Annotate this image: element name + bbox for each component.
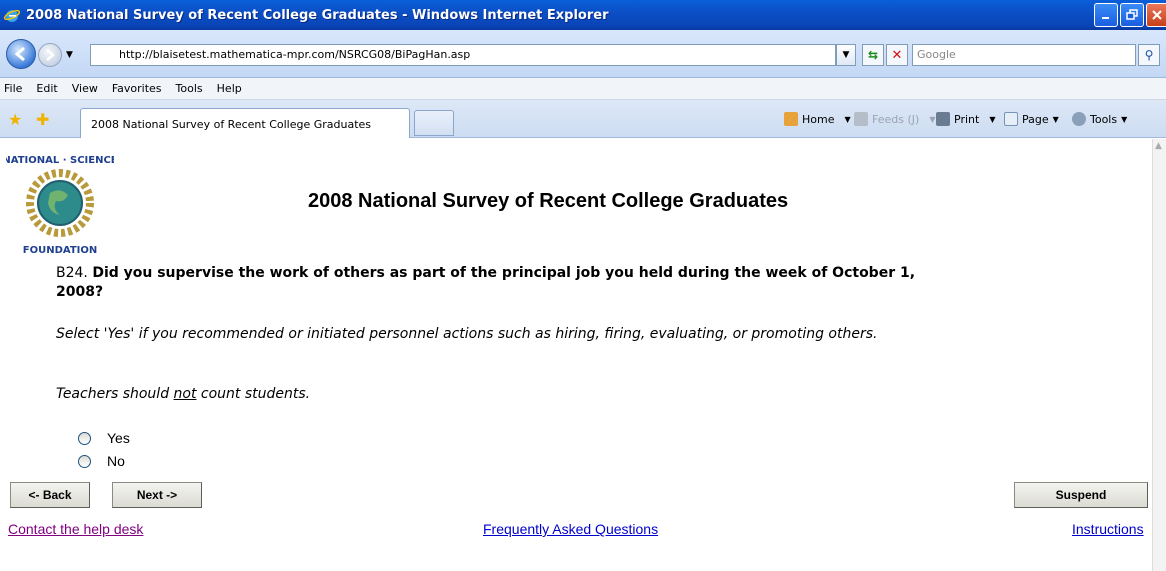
window-title-bar: 2008 National Survey of Recent College G… [0,0,1166,30]
back-button[interactable]: <- Back [10,482,90,508]
tab-current[interactable]: 2008 National Survey of Recent College G… [80,108,410,138]
close-icon [1151,10,1162,20]
radio-no[interactable] [78,454,91,468]
option-no[interactable]: No [78,453,125,469]
page-title: 2008 National Survey of Recent College G… [308,190,789,212]
help-desk-link[interactable]: Contact the help desk [8,521,143,537]
faq-link[interactable]: Frequently Asked Questions [483,521,658,537]
menu-file[interactable]: File [4,82,22,95]
suspend-button[interactable]: Suspend [1014,482,1148,508]
chevron-down-icon: ▼ [989,114,996,124]
favorites-star-icon[interactable]: ★ [8,110,22,129]
page-label: Page [1022,112,1049,126]
address-dropdown-button[interactable]: ▼ [836,44,856,66]
internet-explorer-icon [4,9,20,22]
address-input[interactable]: http://blaisetest.mathematica-mpr.com/NS… [90,44,836,66]
address-url: http://blaisetest.mathematica-mpr.com/NS… [119,48,471,61]
chevron-down-icon: ▼ [929,114,936,124]
tab-label: 2008 National Survey of Recent College G… [91,118,372,131]
logo-text-top: NATIONAL · SCIENCE [6,155,114,166]
back-arrow-icon [14,46,25,62]
print-button[interactable]: Print ▼ [936,112,995,126]
gear-icon [1072,112,1086,126]
printer-icon [936,112,950,126]
minimize-icon [1102,17,1109,19]
tab-command-bar: ★ ✚ 2008 National Survey of Recent Colle… [0,100,1166,138]
window-title: 2008 National Survey of Recent College G… [26,7,609,23]
scroll-up-icon[interactable]: ▲ [1155,141,1162,151]
restore-icon [1126,9,1138,20]
option-yes[interactable]: Yes [78,430,130,446]
note-text-end: count students. [196,386,311,402]
option-no-label: No [107,453,125,469]
menu-help[interactable]: Help [217,82,242,95]
new-tab-button[interactable] [414,110,454,136]
close-button[interactable] [1146,3,1166,27]
forward-nav-button[interactable] [38,43,62,67]
chevron-down-icon: ▼ [1052,114,1059,124]
minimize-button[interactable] [1094,3,1118,27]
question-text: Did you supervise the work of others as … [56,265,916,300]
back-nav-button[interactable] [6,39,36,69]
vertical-scrollbar[interactable]: ▲ [1152,139,1166,571]
instructions-link[interactable]: Instructions [1072,521,1144,537]
option-yes-label: Yes [107,430,130,446]
restore-button[interactable] [1120,3,1144,27]
search-button[interactable]: ⚲ [1138,44,1160,66]
feeds-label: Feeds (J) [872,112,920,126]
chevron-down-icon: ▼ [844,114,851,124]
tools-button[interactable]: Tools ▼ [1072,112,1127,126]
note-text-start: Teachers should [56,386,174,402]
page-button[interactable]: Page ▼ [1004,112,1059,126]
chevron-down-icon: ▼ [842,50,850,60]
feeds-button[interactable]: Feeds (J) ▼ [854,112,935,126]
feeds-icon [854,112,868,126]
page-icon [1004,112,1018,126]
menu-edit[interactable]: Edit [36,82,57,95]
tools-label: Tools [1090,112,1118,126]
logo-text-bottom: FOUNDATION [23,245,98,256]
stop-icon: ✕ [891,47,903,63]
note-text-emphasis: not [173,386,197,402]
chevron-down-icon: ▼ [1121,114,1128,124]
print-label: Print [954,112,980,126]
radio-yes[interactable] [78,431,91,445]
menu-favorites[interactable]: Favorites [112,82,162,95]
add-favorites-icon[interactable]: ✚ [36,110,49,129]
forward-arrow-icon [46,49,55,61]
address-toolbar: ▼ http://blaisetest.mathematica-mpr.com/… [0,30,1166,78]
home-button[interactable]: Home ▼ [784,112,851,126]
question-number: B24. [56,265,88,281]
next-button[interactable]: Next -> [112,482,202,508]
search-placeholder: Google [917,48,956,61]
home-icon [784,112,798,126]
menu-bar: File Edit View Favorites Tools Help [0,78,1166,100]
search-icon: ⚲ [1144,48,1154,62]
stop-button[interactable]: ✕ [886,44,908,66]
question: B24. Did you supervise the work of other… [56,264,916,302]
page-content: NATIONAL · SCIENCE FOUNDATION 2008 Natio… [6,139,1152,571]
menu-view[interactable]: View [72,82,98,95]
menu-tools[interactable]: Tools [176,82,203,95]
home-label: Home [802,112,835,126]
refresh-icon: ⇆ [867,48,879,62]
nsf-logo: NATIONAL · SCIENCE FOUNDATION [6,155,114,256]
refresh-button[interactable]: ⇆ [862,44,884,66]
question-note: Teachers should not count students. [56,386,310,402]
question-instruction: Select 'Yes' if you recommended or initi… [56,326,878,342]
search-input[interactable]: Google [912,44,1136,66]
recent-pages-dropdown-icon[interactable]: ▼ [66,50,73,60]
